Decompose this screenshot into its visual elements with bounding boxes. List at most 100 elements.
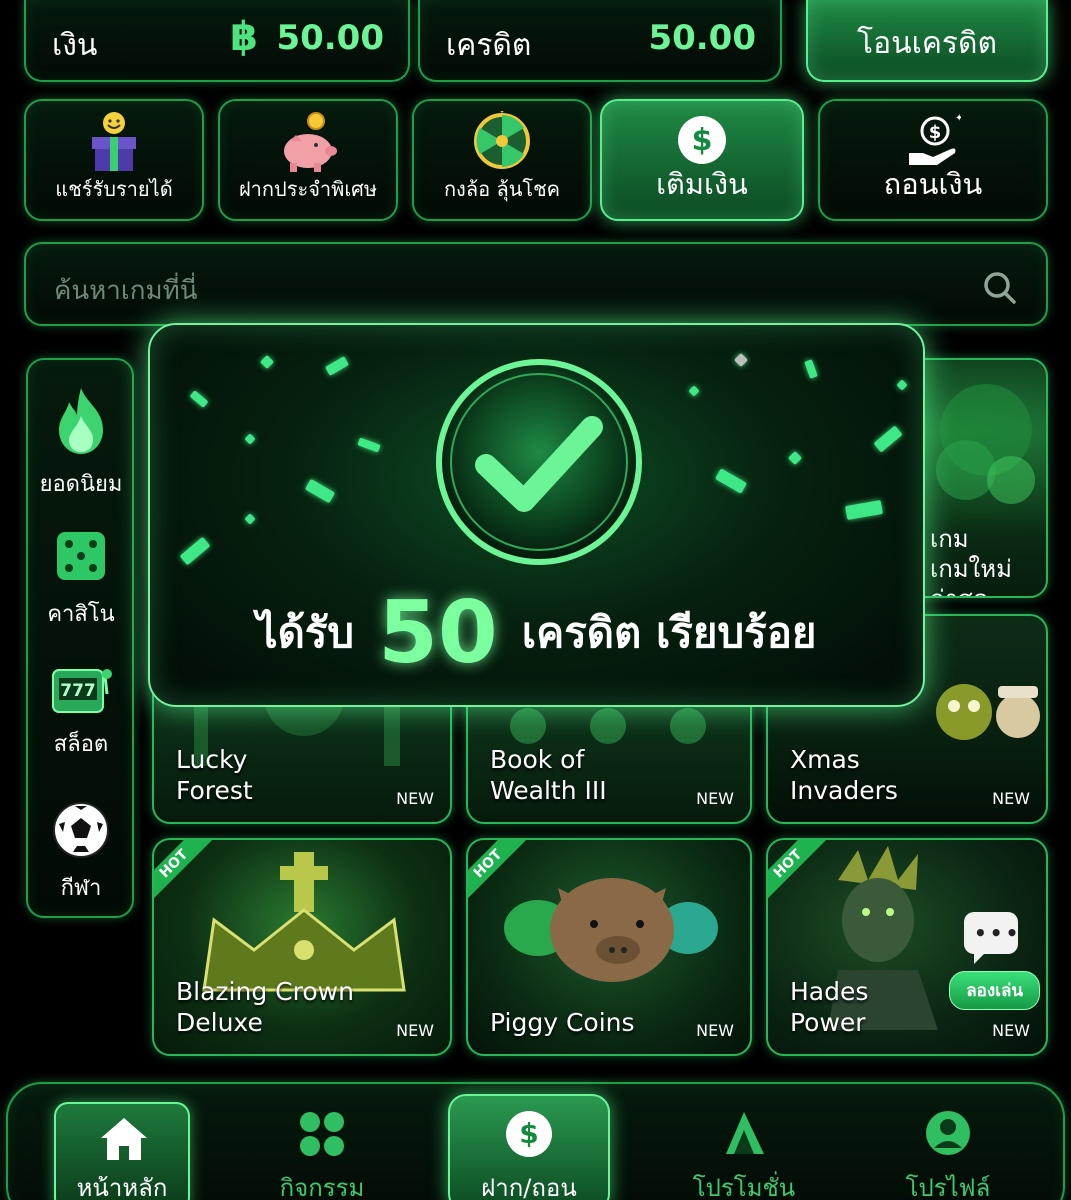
wheel-icon	[474, 111, 530, 169]
search-bar[interactable]: ค้นหาเกมที่นี่	[24, 242, 1048, 326]
confetti	[179, 536, 211, 566]
profile-icon	[926, 1111, 970, 1155]
category-sports[interactable]: กีฬา	[28, 800, 134, 905]
confetti	[804, 359, 818, 379]
baht-icon: ฿	[230, 14, 258, 60]
success-prefix: ได้รับ	[256, 608, 355, 657]
top-up-button[interactable]: $ เติมเงิน	[600, 99, 804, 221]
forest-art	[936, 384, 1035, 504]
check-circle-icon	[436, 359, 642, 565]
credit-success-modal: ได้รับ 50 เครดิต เรียบร้อย	[148, 323, 925, 707]
svg-text:777: 777	[60, 681, 96, 701]
piggy-art	[504, 878, 718, 982]
money-value: 50.00	[276, 18, 384, 58]
search-input[interactable]: ค้นหาเกมที่นี่	[54, 270, 198, 311]
new-badge: NEW	[696, 1021, 734, 1040]
share-income-label: แชร์รับรายได้	[55, 177, 173, 201]
fire-icon	[59, 388, 103, 454]
featured-line2: เกมใหม่ล่าสุด	[930, 555, 1012, 596]
category-slot[interactable]: 777 สล็อต	[28, 666, 134, 761]
nav-deposit-withdraw[interactable]: $ ฝาก/ถอน	[448, 1094, 610, 1200]
credit-value: 50.00	[648, 18, 756, 58]
game-title: Hades Power	[790, 977, 869, 1037]
svg-text:$: $	[929, 122, 942, 143]
share-income-button[interactable]: แชร์รับรายได้	[24, 99, 204, 221]
withdraw-button[interactable]: $ ✦ ถอนเงิน	[818, 99, 1048, 221]
game-card-piggy-coins[interactable]: HOT Piggy Coins NEW	[466, 838, 752, 1056]
confetti	[304, 478, 336, 504]
nav-activity[interactable]: กิจกรรม	[252, 1084, 392, 1200]
search-icon[interactable]	[982, 270, 1018, 306]
nav-promotion[interactable]: โปรโมชั่น	[664, 1084, 824, 1200]
confetti	[244, 433, 256, 445]
nav-profile[interactable]: โปรไฟล์	[878, 1084, 1018, 1200]
new-badge: NEW	[992, 789, 1030, 808]
slot-icon: 777	[52, 669, 112, 713]
game-title: Xmas Invaders	[790, 745, 898, 805]
nav-profile-label: โปรไฟล์	[905, 1174, 991, 1200]
transfer-credit-label: โอนเครดิต	[856, 26, 998, 61]
category-sidebar: ยอดนิยม คาสิโน 777 สล็อต กีฬา	[26, 358, 134, 918]
confetti	[357, 437, 381, 453]
confetti	[733, 352, 749, 368]
confetti	[688, 385, 700, 397]
success-suffix: เครดิต เรียบร้อย	[521, 608, 817, 657]
game-title: Book of Wealth III	[490, 745, 607, 805]
try-play-button[interactable]: ลองเล่น	[949, 971, 1040, 1010]
money-balance-panel: เงิน ฿ 50.00	[24, 0, 410, 82]
game-card-hades-power[interactable]: ••• HOT ลองเล่น Hades Power NEW	[766, 838, 1048, 1056]
confetti	[259, 354, 275, 370]
category-popular[interactable]: ยอดนิยม	[28, 386, 134, 501]
game-title: Lucky Forest	[176, 745, 253, 805]
game-title: Piggy Coins	[490, 1008, 635, 1037]
gift-icon	[92, 112, 136, 171]
new-badge: NEW	[396, 789, 434, 808]
featured-line1: เกม	[930, 525, 969, 553]
money-label: เงิน	[52, 28, 98, 63]
new-badge: NEW	[396, 1021, 434, 1040]
category-popular-label: ยอดนิยม	[39, 472, 123, 497]
credit-balance-panel: เครดิต 50.00	[418, 0, 782, 82]
category-casino[interactable]: คาสิโน	[28, 526, 134, 631]
withdraw-label: ถอนเงิน	[883, 167, 983, 201]
category-slot-label: สล็อต	[53, 732, 109, 757]
confetti	[324, 356, 350, 376]
bottom-nav: หน้าหลัก กิจกรรม $ ฝาก/ถอน โปรโมชั่น โปร…	[6, 1082, 1065, 1200]
nav-home-label: หน้าหลัก	[76, 1174, 168, 1200]
new-badge: NEW	[992, 1021, 1030, 1040]
category-casino-label: คาสิโน	[47, 602, 115, 627]
confetti	[189, 390, 209, 408]
transfer-credit-button[interactable]: โอนเครดิต	[806, 0, 1048, 82]
top-up-label: เติมเงิน	[656, 167, 748, 201]
home-icon	[101, 1118, 147, 1160]
activity-icon	[300, 1112, 344, 1156]
confetti	[715, 468, 747, 494]
svg-text:$: $	[692, 123, 713, 158]
chat-icon[interactable]: •••	[964, 912, 1018, 964]
nav-home[interactable]: หน้าหลัก	[54, 1102, 190, 1200]
svg-text:$: $	[519, 1117, 538, 1150]
success-message: ได้รับ 50 เครดิต เรียบร้อย	[150, 583, 923, 683]
nav-activity-label: กิจกรรม	[279, 1174, 365, 1200]
special-deposit-button[interactable]: ฝากประจำพิเศษ	[218, 99, 398, 221]
special-deposit-label: ฝากประจำพิเศษ	[238, 177, 378, 201]
lucky-wheel-label: กงล้อ ลุ้นโชค	[443, 177, 561, 201]
confetti	[896, 379, 908, 391]
confetti	[244, 513, 256, 525]
deposit-icon: $	[506, 1111, 552, 1157]
category-sports-label: กีฬา	[60, 876, 102, 901]
svg-text:✦: ✦	[955, 113, 961, 124]
credit-amount: 50	[378, 583, 498, 683]
new-badge: NEW	[696, 789, 734, 808]
confetti	[873, 425, 903, 453]
game-card-blazing-crown[interactable]: HOT Blazing Crown Deluxe NEW	[152, 838, 452, 1056]
nav-deposit-label: ฝาก/ถอน	[481, 1174, 577, 1200]
lucky-wheel-button[interactable]: กงล้อ ลุ้นโชค	[412, 99, 592, 221]
dollar-icon: $	[678, 116, 726, 164]
promotion-icon	[726, 1112, 764, 1154]
game-title: Blazing Crown Deluxe	[176, 977, 354, 1037]
piggy-bank-icon	[284, 112, 337, 172]
confetti	[787, 450, 803, 466]
dice-icon	[57, 532, 105, 580]
soccer-icon	[53, 802, 109, 858]
